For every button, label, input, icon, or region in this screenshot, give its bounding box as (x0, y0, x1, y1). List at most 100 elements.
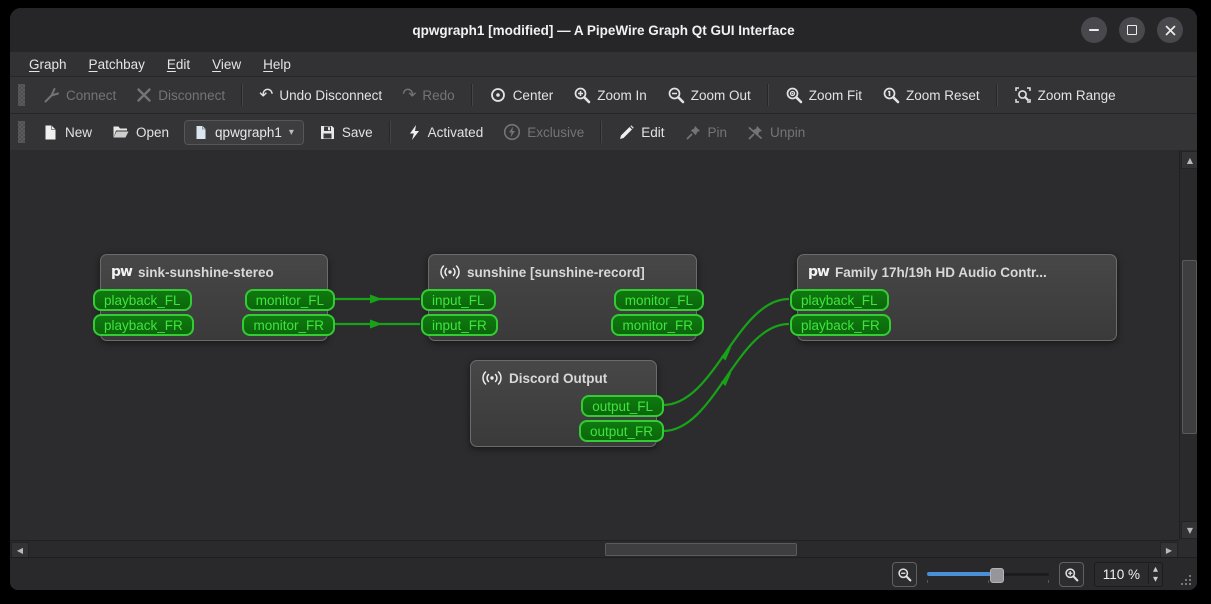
open-folder-icon (113, 126, 129, 138)
node-title: sink-sunshine-stereo (137, 264, 274, 280)
scroll-left-button[interactable]: ◀ (11, 542, 29, 558)
scroll-up-button[interactable]: ▲ (1181, 151, 1197, 169)
arrow-icon (721, 346, 732, 361)
node-sink-sunshine-stereo[interactable]: pw sink-sunshine-stereo playback_FL moni… (93, 254, 335, 341)
graph-view: pw sink-sunshine-stereo playback_FL moni… (10, 150, 1197, 558)
activated-button[interactable]: Activated (398, 119, 493, 146)
zoom-slider-fill (926, 572, 994, 576)
zoom-fit-button[interactable]: Zoom Fit (776, 81, 871, 109)
redo-button: ↷ Redo (402, 85, 455, 105)
app-window: qpwgraph1 [modified] — A PipeWire Graph … (10, 8, 1197, 590)
edit-button[interactable]: Edit (609, 119, 673, 146)
broadcast-icon (482, 371, 502, 385)
horizontal-scroll-thumb[interactable] (605, 543, 797, 556)
toolbar-drag-handle[interactable] (18, 121, 25, 143)
menubar: Graph Patchbay Edit View Help (10, 52, 1197, 77)
new-button[interactable]: New (33, 119, 101, 146)
zoom-spinbox[interactable]: 110 % ▲ ▼ (1093, 561, 1163, 587)
close-button[interactable] (1157, 17, 1183, 43)
port-output_FR[interactable]: output_FR (578, 420, 664, 442)
toolbar-drag-handle[interactable] (18, 84, 25, 106)
port-playback_FL[interactable]: playback_FL (790, 289, 889, 311)
vertical-scrollbar[interactable]: ▲ ▼ (1179, 150, 1197, 540)
statusbar-zoom-out-button[interactable] (891, 561, 917, 587)
statusbar-zoom-in-button[interactable] (1058, 561, 1084, 587)
save-icon (320, 125, 334, 139)
center-button[interactable]: Center (480, 81, 563, 109)
menu-edit[interactable]: Edit (158, 55, 199, 74)
port-input_FR[interactable]: input_FR (421, 314, 498, 336)
zoom-reset-button[interactable]: Zoom Reset (873, 81, 989, 109)
port-playback_FR[interactable]: playback_FR (93, 314, 194, 336)
zoom-in-icon (574, 87, 591, 104)
port-monitor_FL[interactable]: monitor_FL (613, 289, 704, 311)
pin-icon (686, 125, 700, 139)
patchbay-profile-combo[interactable]: qpwgraph1 ▾ (184, 119, 304, 145)
maximize-icon (1127, 25, 1137, 35)
open-button[interactable]: Open (103, 118, 178, 146)
node-discord-output[interactable]: Discord Output output_FL output_FR (470, 360, 664, 447)
connect-button: Connect (33, 81, 125, 109)
toolbar-separator (470, 84, 473, 106)
vertical-scroll-thumb[interactable] (1182, 260, 1197, 434)
port-monitor_FL[interactable]: monitor_FL (244, 289, 335, 311)
toolbar-separator (600, 121, 603, 143)
port-monitor_FR[interactable]: monitor_FR (611, 314, 704, 336)
spin-down-icon[interactable]: ▼ (1149, 574, 1162, 584)
menu-help[interactable]: Help (254, 55, 300, 74)
statusbar: 110 % ▲ ▼ (10, 557, 1197, 590)
toolbar-separator (388, 121, 391, 143)
zoom-out-icon (898, 567, 912, 581)
port-monitor_FR[interactable]: monitor_FR (242, 314, 335, 336)
center-icon (490, 88, 505, 102)
disconnect-button: Disconnect (127, 82, 234, 108)
undo-disconnect-button[interactable]: ↶ Undo Disconnect (250, 82, 391, 108)
port-input_FL[interactable]: input_FL (421, 289, 496, 311)
arrow-icon (721, 372, 732, 386)
menu-view[interactable]: View (203, 55, 250, 74)
save-button[interactable]: Save (310, 119, 382, 146)
scroll-down-button[interactable]: ▼ (1181, 521, 1197, 539)
resize-grip[interactable] (1181, 573, 1193, 585)
file-icon (196, 125, 206, 139)
combo-value: qpwgraph1 (215, 124, 282, 140)
zoom-out-button[interactable]: Zoom Out (658, 81, 760, 109)
toolbar-graph: Connect Disconnect ↶ Undo Disconnect ↷ R… (10, 77, 1197, 114)
port-output_FL[interactable]: output_FL (581, 395, 664, 417)
node-title: Family 17h/19h HD Audio Contr... (834, 264, 1047, 280)
node-family-hd-audio[interactable]: pw Family 17h/19h HD Audio Contr... play… (790, 254, 1117, 341)
toolbar-patchbay: New Open qpwgraph1 ▾ Save Activated Excl… (10, 114, 1197, 151)
menu-patchbay[interactable]: Patchbay (80, 55, 154, 74)
scroll-down-icon: ▼ (1186, 525, 1194, 535)
pin-button: Pin (676, 119, 737, 146)
toolbar-separator (241, 84, 244, 106)
horizontal-scrollbar[interactable]: ◀ ▶ (10, 540, 1179, 558)
redo-icon: ↷ (402, 85, 417, 105)
new-file-icon (45, 125, 56, 139)
arrow-icon (370, 319, 382, 329)
arrow-icon (370, 294, 382, 304)
disconnect-icon (137, 88, 151, 102)
connect-icon (44, 88, 59, 103)
zoom-range-icon (1014, 87, 1031, 103)
chevron-down-icon: ▾ (288, 126, 294, 138)
window-title: qpwgraph1 [modified] — A PipeWire Graph … (412, 22, 795, 38)
zoom-slider[interactable] (926, 565, 1049, 583)
port-playback_FR[interactable]: playback_FR (790, 314, 891, 336)
pipewire-icon: pw (111, 264, 133, 280)
port-playback_FL[interactable]: playback_FL (93, 289, 192, 311)
graph-canvas[interactable]: pw sink-sunshine-stereo playback_FL moni… (10, 150, 1179, 540)
spin-up-icon[interactable]: ▲ (1149, 564, 1162, 574)
scroll-right-button[interactable]: ▶ (1160, 542, 1178, 558)
node-title: Discord Output (509, 370, 608, 386)
zoom-slider-handle[interactable] (990, 568, 1005, 583)
zoom-range-button[interactable]: Zoom Range (1005, 81, 1125, 109)
menu-graph[interactable]: Graph (20, 55, 76, 74)
zoom-fit-icon (786, 87, 803, 104)
maximize-button[interactable] (1119, 17, 1145, 43)
zoom-in-button[interactable]: Zoom In (564, 81, 656, 109)
unpin-button: Unpin (738, 119, 814, 146)
node-sunshine[interactable]: sunshine [sunshine-record] input_FL moni… (421, 254, 704, 341)
minimize-button[interactable] (1081, 17, 1107, 43)
pencil-icon (620, 124, 635, 139)
